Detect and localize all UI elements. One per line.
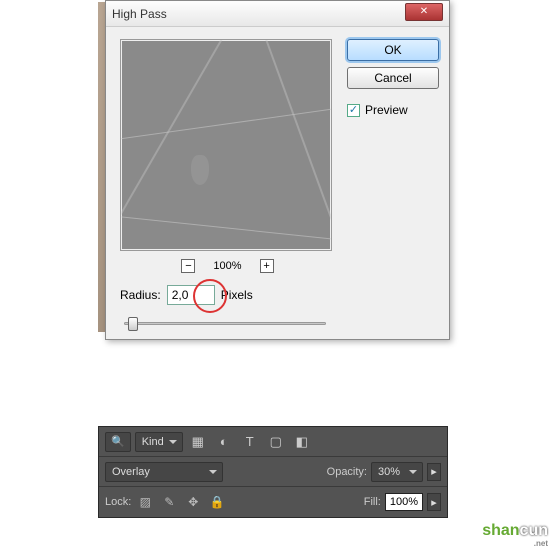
chevron-right-icon: ▸	[431, 496, 437, 509]
filter-preview[interactable]	[120, 39, 332, 251]
opacity-dropdown[interactable]: 30%	[371, 462, 423, 482]
blend-mode-dropdown[interactable]: Overlay	[105, 462, 223, 482]
dialog-title: High Pass	[112, 7, 405, 21]
fill-label: Fill:	[364, 496, 381, 508]
radius-input[interactable]	[167, 285, 215, 305]
fill-value[interactable]: 100%	[385, 493, 423, 511]
cancel-button[interactable]: Cancel	[347, 67, 439, 89]
close-icon: ✕	[420, 6, 428, 17]
check-icon: ✓	[349, 105, 358, 116]
lock-pixels-icon[interactable]: ✎	[159, 493, 179, 511]
preview-checkbox[interactable]: ✓	[347, 104, 360, 117]
high-pass-dialog: High Pass ✕ − 100% + Radius: Pixels	[105, 0, 450, 340]
dialog-titlebar[interactable]: High Pass ✕	[106, 1, 449, 27]
lock-position-icon[interactable]: ✥	[183, 493, 203, 511]
radius-slider[interactable]	[120, 315, 330, 331]
opacity-scrubber[interactable]: ▸	[427, 463, 441, 481]
lock-label: Lock:	[105, 496, 131, 508]
lock-all-icon[interactable]: 🔒	[207, 493, 227, 511]
filter-pixel-icon[interactable]: ▦	[187, 432, 209, 452]
filter-adjustment-icon[interactable]: ◐	[213, 432, 235, 452]
radius-unit: Pixels	[221, 288, 253, 302]
filter-kind-dropdown[interactable]: Kind	[135, 432, 183, 452]
preview-label: Preview	[365, 103, 408, 117]
filter-type-icon[interactable]: T	[239, 432, 261, 452]
layers-panel: 🔍 Kind ▦ ◐ T ▢ ◧ Overlay Opacity: 30% ▸ …	[98, 426, 448, 518]
watermark: shancun .net	[482, 522, 548, 548]
chevron-right-icon: ▸	[431, 465, 437, 478]
filter-shape-icon[interactable]: ▢	[265, 432, 287, 452]
filter-row: 🔍 Kind ▦ ◐ T ▢ ◧	[99, 427, 447, 457]
filter-search[interactable]: 🔍	[105, 432, 131, 452]
filter-smartobject-icon[interactable]: ◧	[291, 432, 313, 452]
search-icon: 🔍	[111, 435, 125, 448]
lock-row: Lock: ▨ ✎ ✥ 🔒 Fill: 100% ▸	[99, 487, 447, 517]
close-button[interactable]: ✕	[405, 3, 443, 21]
blend-row: Overlay Opacity: 30% ▸	[99, 457, 447, 487]
zoom-out-button[interactable]: −	[181, 259, 195, 273]
radius-label: Radius:	[120, 288, 161, 302]
minus-icon: −	[185, 261, 191, 272]
ok-button[interactable]: OK	[347, 39, 439, 61]
zoom-in-button[interactable]: +	[260, 259, 274, 273]
slider-thumb[interactable]	[128, 317, 138, 331]
opacity-label: Opacity:	[327, 466, 367, 478]
lock-transparency-icon[interactable]: ▨	[135, 493, 155, 511]
fill-scrubber[interactable]: ▸	[427, 493, 441, 511]
plus-icon: +	[263, 261, 269, 272]
zoom-percent: 100%	[213, 260, 241, 272]
